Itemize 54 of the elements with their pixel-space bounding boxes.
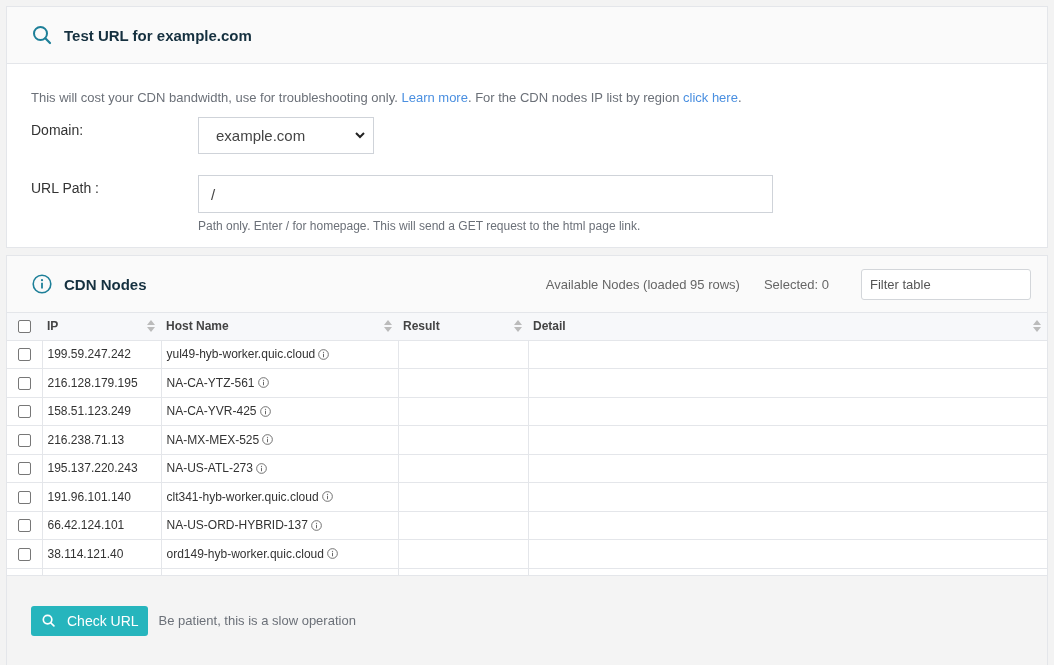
ip-cell: 66.42.124.101 [47,518,125,533]
info-icon[interactable] [318,348,330,360]
intro-text: This will cost your CDN bandwidth, use for troubleshooting only. Learn more. For the CDN nodes IP list by region click here. [31,90,743,105]
row-checkbox[interactable] [17,490,31,504]
ip-cell: 216.238.71.13 [47,432,125,447]
url-path-label: URL Path : [31,179,100,196]
host-name-cell: NA-US-ORD-HYBRID-137 [166,518,308,533]
row-checkbox[interactable] [17,462,31,476]
selected-count: Selected: 0 [763,276,829,292]
row-checkbox[interactable] [17,376,31,390]
panel-title: CDN Nodes [64,275,147,293]
search-icon [42,614,55,627]
filter-field[interactable]: Filter table [861,268,1031,300]
chevron-down-icon [355,132,365,139]
info-icon[interactable] [262,434,274,446]
ip-cell: 38.114.121.40 [47,546,124,561]
ip-cell: 199.59.247.242 [47,347,131,362]
slow-operation-note: Be patient, this is a slow operation [158,613,356,628]
info-icon[interactable] [326,548,338,560]
column-header[interactable]: Result [403,319,440,334]
panel-title: Test URL for example.com [64,26,252,44]
info-icon [32,274,52,294]
host-name-cell: NA-US-ATL-273 [166,461,253,476]
info-icon[interactable] [321,491,333,503]
info-icon[interactable] [257,377,269,389]
row-checkbox[interactable] [17,547,31,561]
available-nodes-text: Available Nodes (loaded 95 rows) [545,276,740,292]
row-checkbox[interactable] [17,433,31,447]
host-name-cell: yul49-hyb-worker.quic.cloud [166,347,316,362]
search-icon [32,25,52,45]
select-all-checkbox[interactable] [18,320,31,334]
ip-cell: 158.51.123.249 [47,404,131,419]
row-checkbox[interactable] [17,405,31,419]
info-icon[interactable] [259,405,271,417]
host-name-cell: NA-CA-YTZ-561 [166,375,255,390]
url-path-field[interactable]: / [198,175,773,213]
row-checkbox[interactable] [17,348,31,362]
column-header[interactable]: Detail [533,319,566,334]
help-text: Path only. Enter / for homepage. This will send a GET request to the html page link. [198,219,642,233]
column-header[interactable]: Host Name [166,319,229,334]
row-checkbox[interactable] [17,519,31,533]
link[interactable]: Learn more [401,90,468,105]
host-name-cell: ord149-hyb-worker.quic.cloud [166,546,324,561]
host-name-cell: NA-MX-MEX-525 [166,432,260,447]
info-icon[interactable] [255,462,267,474]
ip-cell: 195.137.220.243 [47,461,138,476]
info-icon[interactable] [310,519,322,531]
ip-cell: 216.128.179.195 [47,375,138,390]
host-name-cell: NA-CA-YVR-425 [166,404,257,419]
domain-label: Domain: [31,121,85,138]
host-name-cell: clt341-hyb-worker.quic.cloud [166,489,319,504]
ip-cell: 191.96.101.140 [47,489,131,504]
column-header[interactable]: IP [47,319,59,334]
domain-select[interactable]: example.com [198,117,374,154]
